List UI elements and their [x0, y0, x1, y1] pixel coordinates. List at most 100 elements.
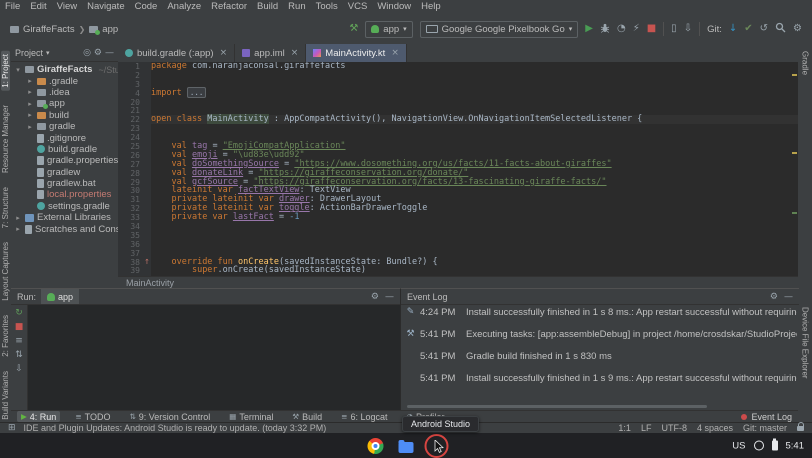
settings-gear-icon[interactable]: ⚙	[793, 24, 802, 34]
expand-arrow-icon[interactable]: ▸	[26, 100, 34, 108]
hide-panel-icon[interactable]: —	[105, 48, 114, 58]
code-line[interactable]: 35	[118, 231, 798, 240]
line-separator[interactable]: LF	[641, 423, 652, 433]
tree-item-gradlew[interactable]: gradlew	[11, 167, 118, 178]
toolwindow-event-log[interactable]: Event Log	[741, 412, 792, 422]
tree-item-gradle-properties[interactable]: gradle.properties	[11, 155, 118, 166]
indent-size[interactable]: 4 spaces	[697, 423, 733, 433]
tab-close-icon[interactable]: ×	[291, 48, 299, 58]
code-line[interactable]: 33 private var lastFact = -1	[118, 213, 798, 222]
expand-arrow-icon[interactable]: ▸	[26, 111, 34, 119]
code-line[interactable]: 39 super.onCreate(savedInstanceState)	[118, 266, 798, 275]
menu-navigate[interactable]: Navigate	[82, 0, 130, 14]
expand-arrow-icon[interactable]: ▾	[14, 66, 22, 74]
toolwindow-9-version-control[interactable]: ⇅9: Version Control	[125, 411, 214, 422]
code-line[interactable]: 23	[118, 124, 798, 133]
expand-arrow-icon[interactable]: ▸	[26, 88, 34, 96]
tab-close-icon[interactable]: ×	[220, 48, 228, 58]
tab-close-icon[interactable]: ×	[391, 48, 399, 58]
code-line[interactable]: 34	[118, 222, 798, 231]
tree-item-gradle[interactable]: ▸.gradle	[11, 75, 118, 86]
apply-changes-button[interactable]: ⚡	[633, 24, 640, 34]
tree-item-gradle[interactable]: ▸gradle	[11, 121, 118, 132]
menu-vcs[interactable]: VCS	[343, 0, 373, 14]
toolwindow-build[interactable]: ⚒Build	[288, 411, 326, 422]
file-encoding[interactable]: UTF-8	[661, 423, 687, 433]
error-stripe-mark[interactable]	[792, 74, 797, 76]
code-area[interactable]: 1package com.naranjaconsal.giraffefacts2…	[118, 62, 798, 276]
search-everywhere-button[interactable]	[775, 22, 786, 36]
system-tray[interactable]: US 5:41	[732, 440, 804, 451]
run-tab-app[interactable]: app	[41, 289, 79, 304]
hide-panel-icon[interactable]: —	[784, 292, 793, 302]
menu-edit[interactable]: Edit	[25, 0, 51, 14]
git-branch[interactable]: Git: master	[743, 423, 787, 433]
run-configuration-select[interactable]: app ▾	[365, 21, 412, 38]
tree-item-app[interactable]: ▸app	[11, 98, 118, 109]
settings-gear-icon[interactable]: ⚙	[371, 292, 379, 302]
git-rollback-button[interactable]: ↺	[760, 24, 768, 34]
code-line[interactable]: 20	[118, 98, 798, 107]
device-select[interactable]: Google Google Pixelbook Go ▾	[420, 21, 579, 38]
menu-analyze[interactable]: Analyze	[162, 0, 206, 14]
tree-item-build[interactable]: ▸build	[11, 110, 118, 121]
code-line[interactable]: 22open class MainActivity : AppCompatAct…	[118, 115, 798, 124]
scroll-buttons[interactable]: ⇅	[15, 351, 23, 360]
locate-file-icon[interactable]: ◎	[83, 48, 91, 58]
toolstrip-device-file-explorer[interactable]: Device File Explorer	[801, 307, 810, 379]
stop-button[interactable]: ■	[647, 24, 656, 34]
expand-arrow-icon[interactable]: ▸	[14, 225, 22, 233]
git-update-button[interactable]: ↓	[729, 24, 737, 34]
tree-item-settings-gradle[interactable]: settings.gradle	[11, 201, 118, 212]
avd-manager-button[interactable]: ▯	[671, 24, 677, 34]
scroll-to-end-button[interactable]: ⇩	[15, 365, 23, 374]
run-console-output[interactable]	[28, 305, 400, 411]
menu-help[interactable]: Help	[416, 0, 446, 14]
error-stripe-mark[interactable]	[792, 212, 797, 214]
event-log-entry[interactable]: ⚒5:41 PMExecuting tasks: [app:assembleDe…	[405, 329, 797, 340]
expand-arrow-icon[interactable]: ▸	[26, 123, 34, 131]
breadcrumb-project[interactable]: GiraffeFacts	[23, 24, 75, 35]
profiler-button[interactable]: ◔	[617, 24, 626, 34]
lock-icon[interactable]	[797, 426, 804, 431]
toolwindow-todo[interactable]: ≡TODO	[71, 411, 114, 422]
code-line[interactable]: 3	[118, 80, 798, 89]
event-log-entry[interactable]: 5:41 PMInstall successfully finished in …	[405, 373, 797, 384]
status-message[interactable]: IDE and Plugin Updates: Android Studio i…	[24, 423, 327, 433]
editor-tab-app-iml[interactable]: app.iml×	[235, 44, 306, 62]
code-editor[interactable]: 1package com.naranjaconsal.giraffefacts2…	[118, 62, 798, 276]
toolstrip-layout-captures[interactable]: Layout Captures	[1, 242, 10, 301]
toolwindow-terminal[interactable]: ▦Terminal	[225, 411, 277, 422]
toolstrip-build-variants[interactable]: Build Variants	[1, 371, 10, 420]
tree-item-gradlew-bat[interactable]: gradlew.bat	[11, 178, 118, 189]
chrome-icon[interactable]	[368, 438, 384, 454]
tree-item-gitignore[interactable]: .gitignore	[11, 132, 118, 143]
menu-file[interactable]: File	[0, 0, 25, 14]
build-hammer-icon[interactable]: ⚒	[349, 24, 358, 34]
toolstrip-1-project[interactable]: 1: Project	[1, 51, 10, 91]
project-view-select[interactable]: Project	[15, 48, 43, 58]
menu-tools[interactable]: Tools	[311, 0, 343, 14]
event-log-entry[interactable]: ✎4:24 PMInstall successfully finished in…	[405, 307, 797, 318]
tree-item-scratches-and-consoles[interactable]: ▸Scratches and Consoles	[11, 223, 118, 234]
files-app-icon[interactable]	[399, 442, 414, 453]
event-log-entry[interactable]: 5:41 PMGradle build finished in 1 s 830 …	[405, 351, 797, 362]
menu-run[interactable]: Run	[283, 0, 310, 14]
editor-tab-mainactivity-kt[interactable]: MainActivity.kt×	[306, 44, 407, 62]
git-commit-button[interactable]: ✔	[744, 24, 752, 34]
caret-position[interactable]: 1:1	[618, 423, 631, 433]
code-line[interactable]: 36	[118, 240, 798, 249]
tree-item-giraffefacts[interactable]: ▾GiraffeFacts~/StudioProjects/GiraffeFac…	[11, 64, 118, 75]
toolstrip-resource-manager[interactable]: Resource Manager	[1, 105, 10, 173]
breadcrumb-class[interactable]: MainActivity	[126, 278, 174, 288]
expand-arrow-icon[interactable]: ▸	[14, 214, 22, 222]
code-line[interactable]: 4import ...	[118, 89, 798, 98]
toolwindow-4-run[interactable]: ▶4: Run	[17, 411, 60, 422]
editor-tab-build-gradle-app[interactable]: build.gradle (:app)×	[118, 44, 235, 62]
code-line[interactable]: 2	[118, 71, 798, 80]
tree-item-build-gradle[interactable]: build.gradle	[11, 144, 118, 155]
sdk-manager-button[interactable]: ⇩	[684, 24, 692, 34]
toolstrip-gradle[interactable]: Gradle	[801, 51, 810, 75]
stop-button[interactable]: ■	[15, 323, 24, 332]
clock[interactable]: 5:41	[786, 440, 805, 451]
